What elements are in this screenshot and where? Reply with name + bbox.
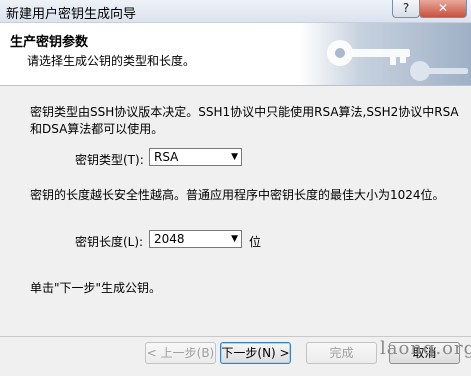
- finish-button[interactable]: 完成: [306, 342, 377, 364]
- chevron-down-icon: ▼: [231, 234, 238, 244]
- back-button[interactable]: < 上一步(B): [145, 342, 216, 364]
- header-title: 生产密钥参数: [10, 35, 89, 50]
- footer-divider: [0, 336, 471, 337]
- close-button[interactable]: ✕: [419, 0, 467, 18]
- next-button[interactable]: 下一步(N) >: [220, 342, 291, 364]
- title-bar: 新建用户密钥生成向导 ? ✕: [0, 0, 471, 23]
- window-title: 新建用户密钥生成向导: [6, 7, 137, 22]
- key-type-label: 密钥类型(T):: [75, 153, 144, 167]
- key-icon: [327, 40, 468, 81]
- key-type-value: RSA: [154, 150, 179, 164]
- security-text: 密钥的长度越长安全性越高。普通应用程序中密钥长度的最佳大小为1024位。: [30, 188, 445, 202]
- intro-text: 密钥类型由SSH协议版本决定。SSH1协议中只能使用RSA算法,SSH2协议中R…: [30, 105, 459, 136]
- key-length-select[interactable]: 2048 ▼: [149, 230, 242, 248]
- key-type-select[interactable]: RSA ▼: [149, 148, 242, 166]
- key-length-unit: 位: [249, 235, 262, 249]
- wizard-header: 生产密钥参数 请选择生成公钥的类型和长度。: [0, 23, 471, 86]
- watermark-text: laonq.org: [380, 338, 471, 359]
- help-button[interactable]: ?: [392, 0, 420, 18]
- wizard-content: 密钥类型由SSH协议版本决定。SSH1协议中只能使用RSA算法,SSH2协议中R…: [0, 86, 471, 336]
- key-length-label: 密钥长度(L):: [75, 235, 144, 249]
- chevron-down-icon: ▼: [231, 152, 238, 162]
- next-hint-text: 单击"下一步"生成公钥。: [30, 281, 162, 295]
- header-subtitle: 请选择生成公钥的类型和长度。: [27, 54, 196, 68]
- keys-banner-image: [300, 23, 471, 85]
- key-length-value: 2048: [154, 232, 185, 246]
